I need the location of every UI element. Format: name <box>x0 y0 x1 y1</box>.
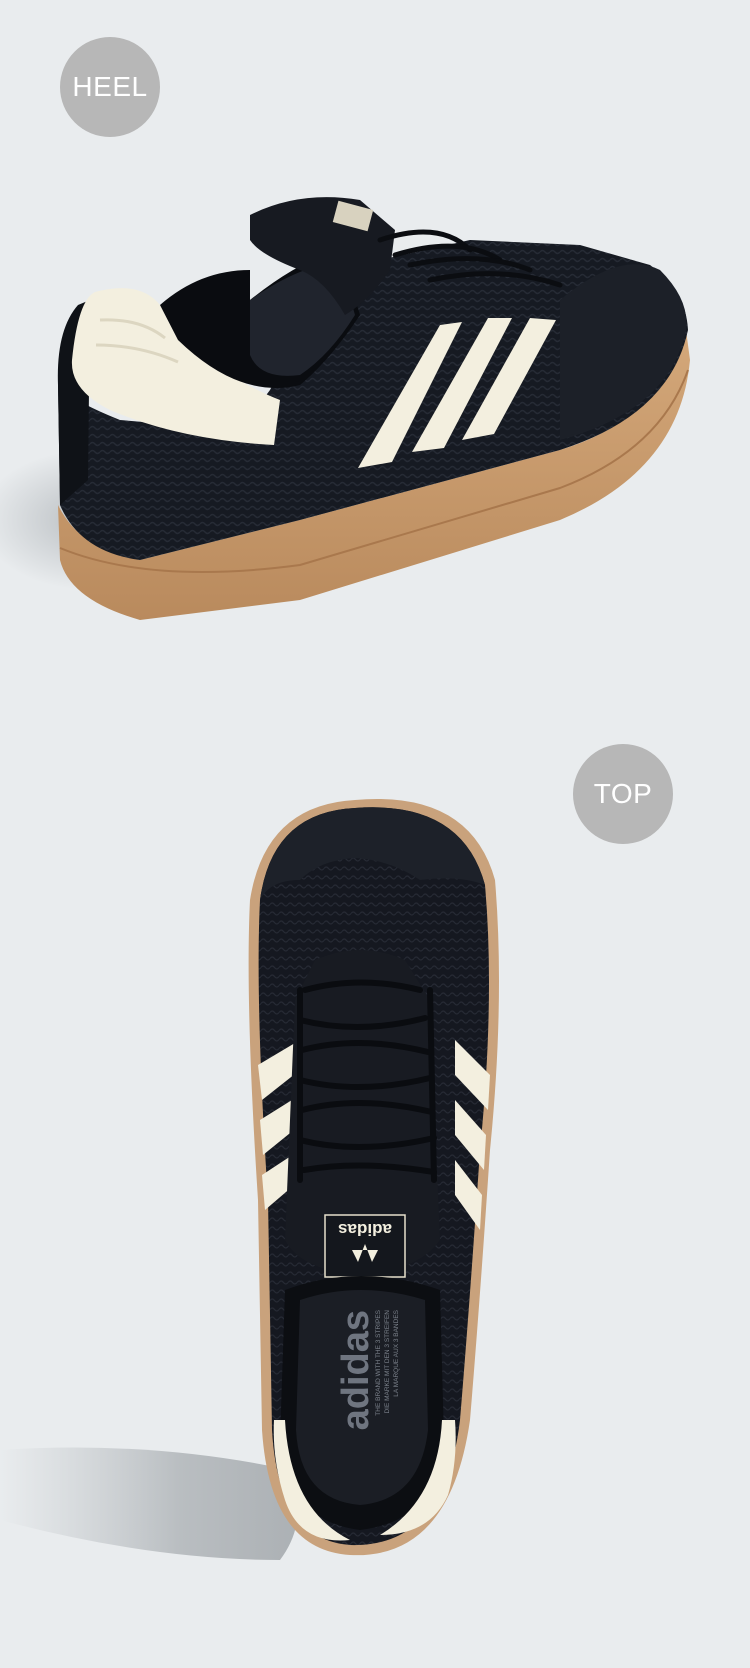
top-insole-brand-text: adidas <box>335 1310 377 1430</box>
top-shoe-shadow <box>0 1447 298 1560</box>
top-view-shoe-image: adidas adidas THE BRAND WITH THE 3 STRIP… <box>0 799 499 1560</box>
top-tongue-brand-text: adidas <box>338 1220 392 1239</box>
top-insole-tagline-2: DIE MARKE MIT DEN 3 STREIFEN <box>384 1310 391 1414</box>
top-insole-tagline-1: THE BRAND WITH THE 3 STRIPES <box>375 1309 382 1415</box>
top-tongue-label: adidas <box>324 1214 406 1278</box>
top-insole-tagline-3: LA MARQUE AUX 3 BANDES <box>393 1309 400 1396</box>
